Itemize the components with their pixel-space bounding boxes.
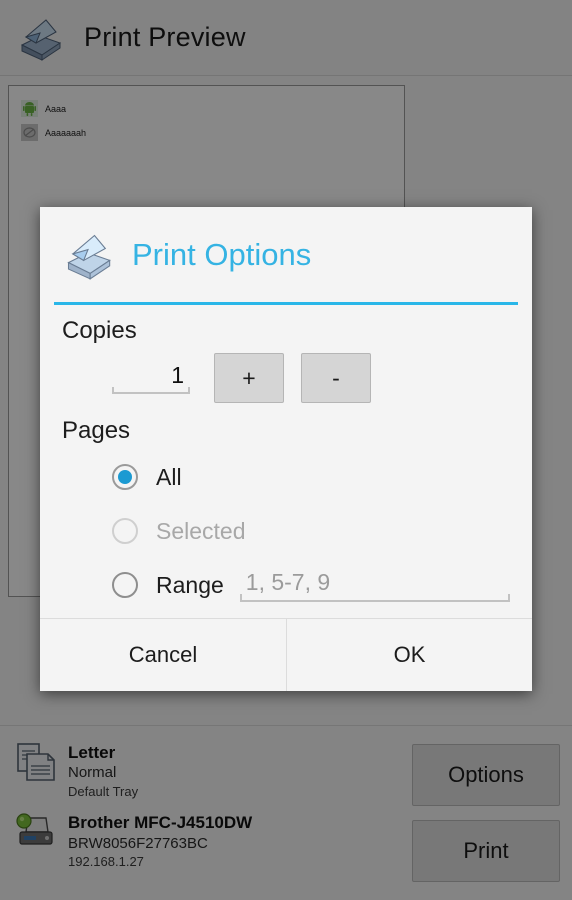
printer-scanner-icon [67,234,111,280]
copies-value: 1 [171,362,184,388]
radio-selected-icon [112,518,138,544]
copies-input[interactable]: 1 [112,362,190,394]
pages-option-all-label: All [156,463,182,490]
range-input-underline [239,593,510,602]
dialog-body: Copies 1 + - Pages All Selected Range 1,… [40,305,532,618]
pages-option-range[interactable]: Range 1, 5-7, 9 [62,563,532,607]
copies-row: 1 + - [62,353,532,403]
copies-section-label: Copies [62,317,137,344]
print-options-dialog: Print Options Copies 1 + - Pages All Sel… [40,207,532,691]
dialog-title: Print Options [132,236,312,272]
copies-increment-button[interactable]: + [214,353,284,403]
pages-section-label: Pages [62,417,131,444]
radio-range-icon[interactable] [112,572,138,598]
pages-option-all[interactable]: All [62,455,532,499]
dialog-actions: Cancel OK [40,618,532,691]
pages-option-range-label: Range [156,571,224,598]
range-input-placeholder: 1, 5-7, 9 [245,568,331,595]
pages-option-selected-label: Selected [156,517,246,544]
cancel-button[interactable]: Cancel [40,619,286,691]
range-input[interactable]: 1, 5-7, 9 [239,568,510,602]
dialog-header: Print Options [40,207,532,302]
pages-option-selected: Selected [62,509,532,553]
ok-button[interactable]: OK [286,619,532,691]
copies-input-underline [112,387,190,394]
radio-all-icon[interactable] [112,464,138,490]
copies-decrement-button[interactable]: - [301,353,371,403]
